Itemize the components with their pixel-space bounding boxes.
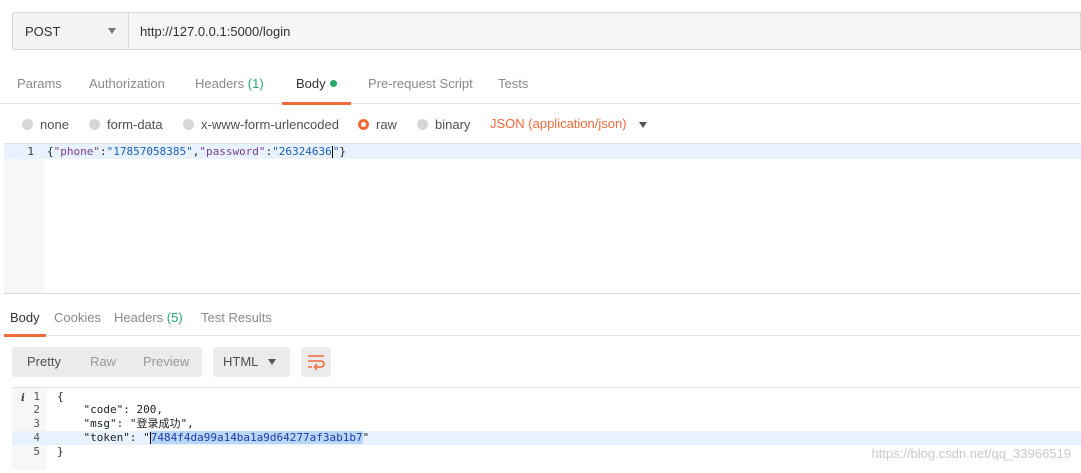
tab-label: Body: [10, 310, 40, 325]
request-tabs: Params Authorization Headers (1) Body Pr…: [0, 64, 1081, 105]
code-token: "token": ": [57, 431, 150, 444]
selected-token-text: 7484f4da99a14ba1a9d64277af3ab1b7: [150, 431, 363, 444]
tab-response-headers[interactable]: Headers (5): [114, 300, 183, 336]
method-select[interactable]: POST: [12, 12, 129, 50]
method-label: POST: [25, 23, 61, 39]
radio-none[interactable]: none: [22, 112, 69, 136]
pretty-button[interactable]: Pretty: [27, 347, 61, 377]
json-value: "26324636: [272, 145, 332, 158]
tab-response-body[interactable]: Body: [4, 300, 46, 337]
tab-label: Cookies: [54, 310, 101, 325]
json-key: "phone": [53, 145, 100, 158]
line-number: 2: [33, 403, 40, 416]
tab-cookies[interactable]: Cookies: [54, 300, 101, 336]
body-indicator-dot-icon: [329, 80, 337, 88]
radio-circle-icon: [22, 118, 33, 130]
tab-label: Authorization: [89, 76, 165, 91]
radio-x-www-form-urlencoded[interactable]: x-www-form-urlencoded: [183, 112, 339, 136]
tab-label: Headers: [114, 310, 164, 325]
headers-count-badge: (1): [247, 76, 264, 91]
code-line: "msg": "登录成功",: [57, 417, 194, 430]
radio-label: binary: [435, 116, 471, 132]
chevron-down-icon: [108, 28, 116, 34]
wrap-lines-button[interactable]: [301, 347, 331, 377]
request-url-bar: POST http://127.0.0.1:5000/login: [12, 12, 1081, 50]
radio-label: form-data: [107, 116, 163, 132]
format-select[interactable]: HTML: [213, 347, 290, 377]
tab-label: Body: [296, 76, 326, 91]
code-line: "code": 200,: [57, 403, 163, 416]
line-number: 1: [33, 390, 40, 403]
radio-label: x-www-form-urlencoded: [201, 116, 339, 132]
format-label: HTML: [223, 354, 259, 369]
tab-headers[interactable]: Headers (1): [195, 64, 264, 104]
watermark: https://blog.csdn.net/qq_33966519: [871, 446, 1072, 461]
code-line: "token": "7484f4da99a14ba1a9d64277af3ab1…: [57, 431, 369, 445]
json-key: "password": [199, 145, 266, 158]
chevron-down-icon: [638, 121, 647, 128]
tab-body[interactable]: Body: [282, 64, 351, 105]
line-number: 5: [33, 445, 40, 458]
radio-circle-icon: [417, 118, 428, 130]
radio-form-data[interactable]: form-data: [89, 112, 163, 136]
radio-label: none: [40, 116, 69, 132]
raw-button[interactable]: Raw: [90, 347, 116, 377]
code-line: }: [57, 445, 64, 458]
content-type-label: JSON (application/json): [490, 116, 627, 131]
line-number: 1: [27, 145, 34, 158]
tab-label: Params: [17, 76, 62, 91]
wrap-lines-icon: [308, 355, 325, 370]
code-line: {: [57, 390, 64, 403]
tab-pre-request-script[interactable]: Pre-request Script: [368, 64, 473, 104]
code-token: :: [99, 145, 107, 158]
radio-circle-icon: [183, 118, 194, 130]
tab-test-results[interactable]: Test Results: [201, 300, 272, 336]
code-token: ": [362, 431, 370, 444]
request-body-code: {"phone":"17857058385","password":"26324…: [47, 144, 346, 159]
tab-label: Test Results: [201, 310, 272, 325]
request-body-editor[interactable]: 1 {"phone":"17857058385","password":"263…: [4, 143, 1081, 294]
preview-button[interactable]: Preview: [143, 347, 189, 377]
tab-params[interactable]: Params: [17, 64, 62, 104]
tab-label: Pre-request Script: [368, 76, 473, 91]
headers-count-badge: (5): [166, 310, 183, 325]
tab-label: Headers: [195, 76, 245, 91]
content-type-dropdown[interactable]: JSON (application/json): [490, 112, 647, 136]
line-number: 4: [33, 431, 40, 444]
radio-label: raw: [376, 116, 397, 132]
radio-binary[interactable]: binary: [417, 112, 470, 136]
tab-authorization[interactable]: Authorization: [89, 64, 165, 104]
radio-selected-icon: [358, 118, 369, 130]
radio-circle-icon: [89, 118, 100, 130]
url-input[interactable]: http://127.0.0.1:5000/login: [129, 12, 1081, 50]
editor-gutter: [4, 144, 44, 293]
view-mode-group: Pretty Raw Preview: [12, 347, 202, 377]
code-token: }: [339, 145, 347, 158]
response-tabs: Body Cookies Headers (5) Test Results: [0, 300, 1081, 337]
tab-label: Tests: [498, 76, 529, 91]
chevron-down-icon: [268, 359, 276, 365]
json-value: "17857058385": [106, 145, 193, 158]
tab-tests[interactable]: Tests: [498, 64, 528, 104]
url-text: http://127.0.0.1:5000/login: [140, 23, 291, 39]
code-token: {: [47, 145, 54, 158]
radio-raw[interactable]: raw: [358, 112, 397, 136]
line-number: 3: [33, 417, 40, 430]
